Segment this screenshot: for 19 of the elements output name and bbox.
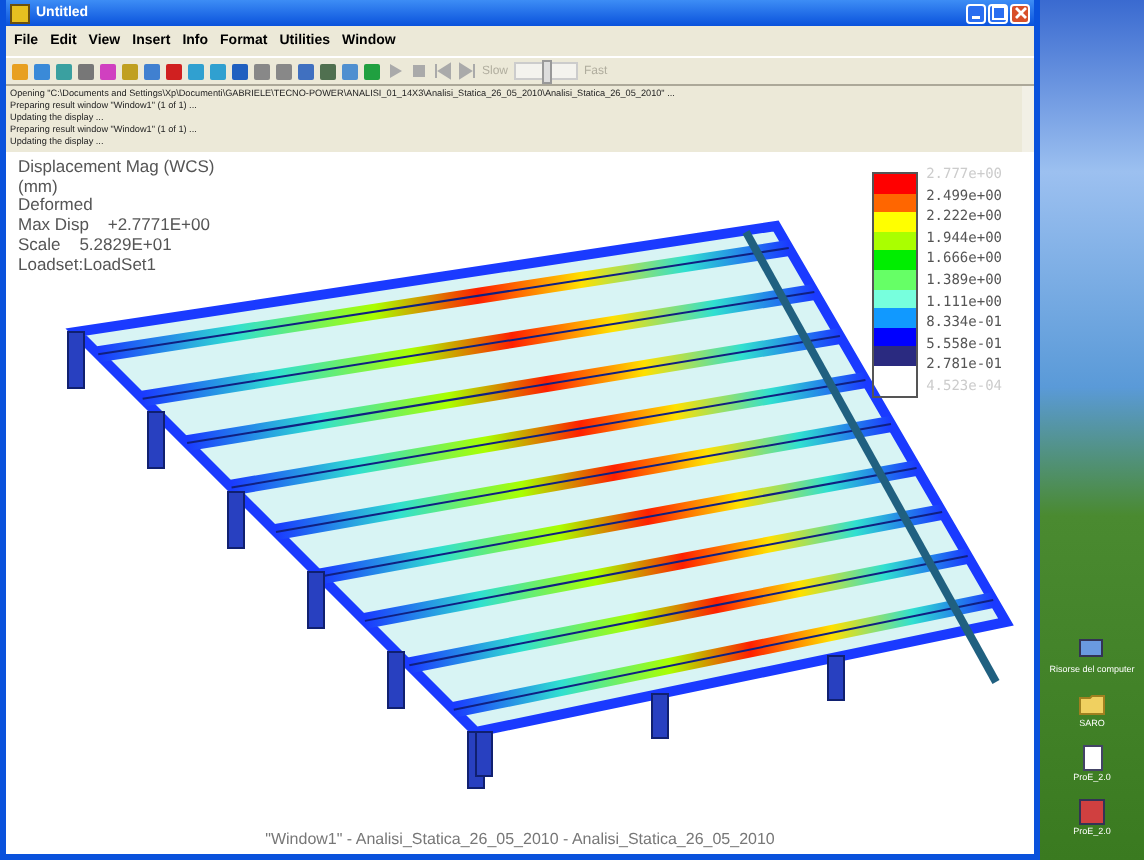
desktop-icon[interactable] — [1078, 744, 1106, 772]
result-info-text: Displacement Mag (WCS) — [18, 158, 215, 178]
maximize-icon — [991, 6, 1005, 20]
result-info-text: Scale 5.2829E+01 — [18, 235, 174, 256]
minimize-button[interactable] — [966, 3, 986, 23]
stop-icon[interactable] — [410, 62, 428, 80]
viewport-caption: "Window1" - Analisi_Statica_26_05_2010 - Analisi_Statica_26_05_2010 — [263, 830, 777, 848]
result-info-text: Loadset:LoadSet1 — [18, 255, 159, 275]
maximize-button[interactable] — [988, 3, 1008, 23]
result-info-text: Max Disp +2.7771E+00 — [18, 216, 212, 236]
close-button[interactable] — [1010, 3, 1030, 23]
close-icon — [1013, 6, 1027, 20]
result-info-text: Deformed — [18, 196, 95, 217]
skip-forward-icon[interactable] — [458, 62, 476, 80]
scrollbar[interactable] — [1022, 86, 1034, 152]
app-icon — [10, 3, 30, 23]
result-info-text: (mm) — [18, 177, 58, 197]
play-icon[interactable] — [386, 62, 404, 80]
skip-back-icon[interactable] — [434, 62, 452, 80]
